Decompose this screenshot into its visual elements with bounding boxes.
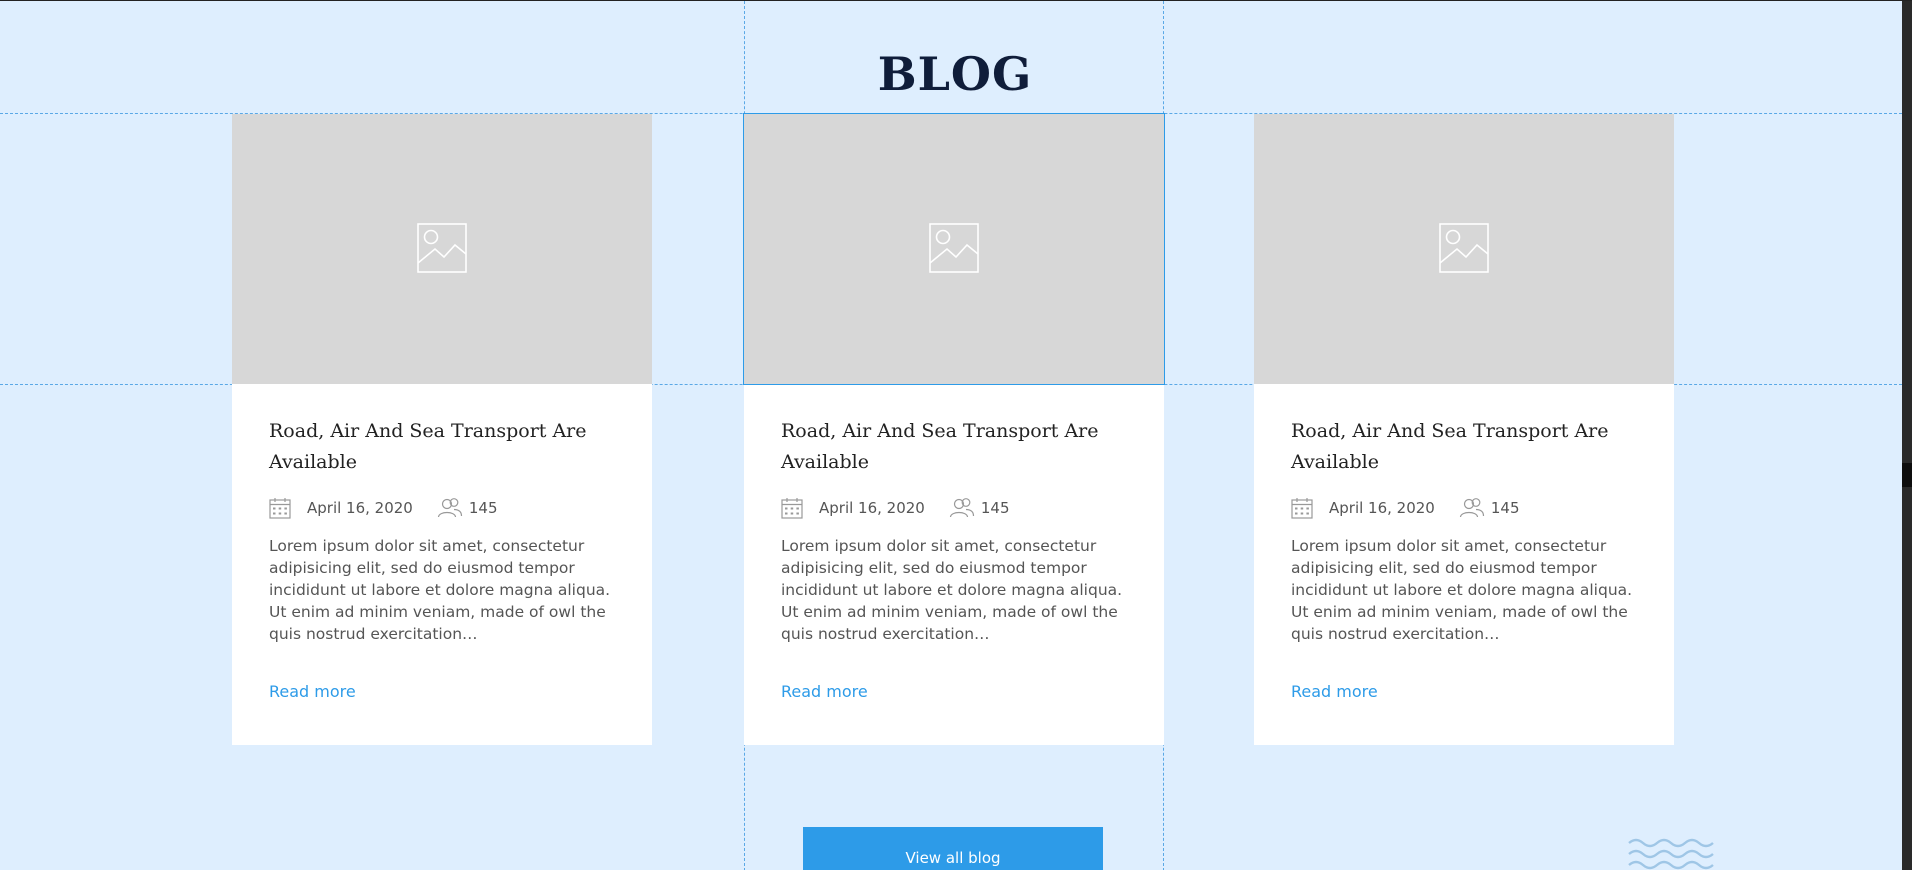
blog-card-title[interactable]: Road, Air And Sea Transport Are Availabl… xyxy=(1291,416,1641,478)
blog-card-title[interactable]: Road, Air And Sea Transport Are Availabl… xyxy=(781,416,1131,478)
read-more-link[interactable]: Read more xyxy=(781,682,868,701)
blog-card-views: 145 xyxy=(1490,499,1520,517)
vertical-scrollbar[interactable] xyxy=(1902,1,1912,870)
blog-card-title[interactable]: Road, Air And Sea Transport Are Availabl… xyxy=(269,416,619,478)
blog-card-excerpt: Lorem ipsum dolor sit amet, consectetur … xyxy=(781,537,1123,643)
users-icon xyxy=(437,498,462,518)
calendar-icon xyxy=(1291,498,1313,519)
blog-card-date: April 16, 2020 xyxy=(819,499,925,517)
blog-card-date: April 16, 2020 xyxy=(307,499,413,517)
users-icon xyxy=(1459,498,1484,518)
blog-card: Road, Air And Sea Transport Are Availabl… xyxy=(743,113,1165,745)
blog-card-meta: April 16, 2020 145 xyxy=(269,497,498,519)
page-title: BLOG xyxy=(877,47,1033,102)
view-all-blog-button[interactable]: View all blog xyxy=(803,827,1103,870)
blog-card-excerpt: Lorem ipsum dolor sit amet, consectetur … xyxy=(269,537,611,643)
blog-card-date: April 16, 2020 xyxy=(1329,499,1435,517)
editor-canvas: BLOG Road, Air And Sea Transport Are Ava… xyxy=(0,0,1912,870)
scrollbar-thumb[interactable] xyxy=(1902,463,1912,487)
blog-card-meta: April 16, 2020 145 xyxy=(1291,497,1520,519)
users-icon xyxy=(949,498,974,518)
waves-icon xyxy=(1628,838,1714,870)
image-placeholder-icon xyxy=(417,223,467,273)
blog-card-views: 145 xyxy=(980,499,1010,517)
read-more-link[interactable]: Read more xyxy=(1291,682,1378,701)
blog-card-image[interactable] xyxy=(743,113,1165,385)
blog-card: Road, Air And Sea Transport Are Availabl… xyxy=(1254,114,1674,745)
blog-card-views: 145 xyxy=(468,499,498,517)
blog-card-excerpt: Lorem ipsum dolor sit amet, consectetur … xyxy=(1291,537,1633,643)
read-more-link[interactable]: Read more xyxy=(269,682,356,701)
blog-card-meta: April 16, 2020 145 xyxy=(781,497,1010,519)
image-placeholder-icon xyxy=(929,223,979,273)
blog-card-image[interactable] xyxy=(232,114,652,384)
calendar-icon xyxy=(269,498,291,519)
calendar-icon xyxy=(781,498,803,519)
image-placeholder-icon xyxy=(1439,223,1489,273)
blog-card: Road, Air And Sea Transport Are Availabl… xyxy=(232,114,652,745)
blog-card-image[interactable] xyxy=(1254,114,1674,384)
